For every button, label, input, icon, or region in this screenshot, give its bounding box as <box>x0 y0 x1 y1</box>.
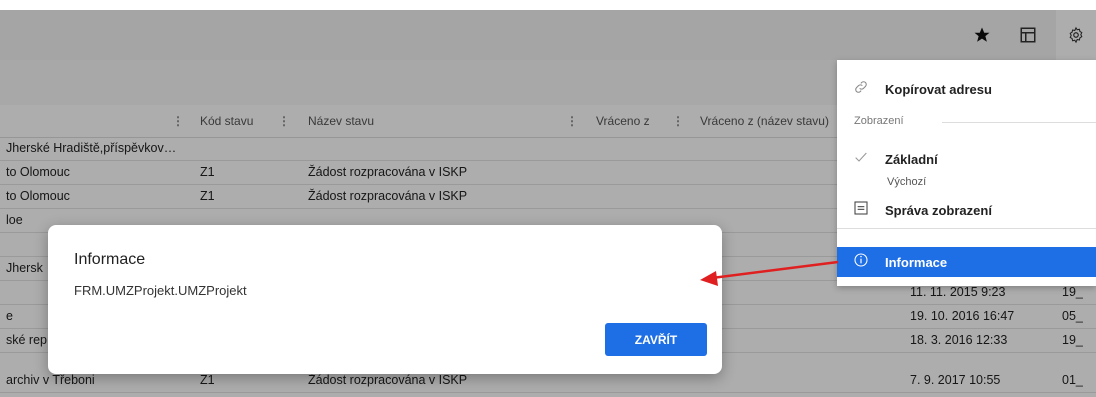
annotation-arrow <box>700 260 839 286</box>
application: ⋮ Kód stavu ⋮ Název stavu ⋮ Vráceno z ⋮ … <box>0 0 1096 397</box>
